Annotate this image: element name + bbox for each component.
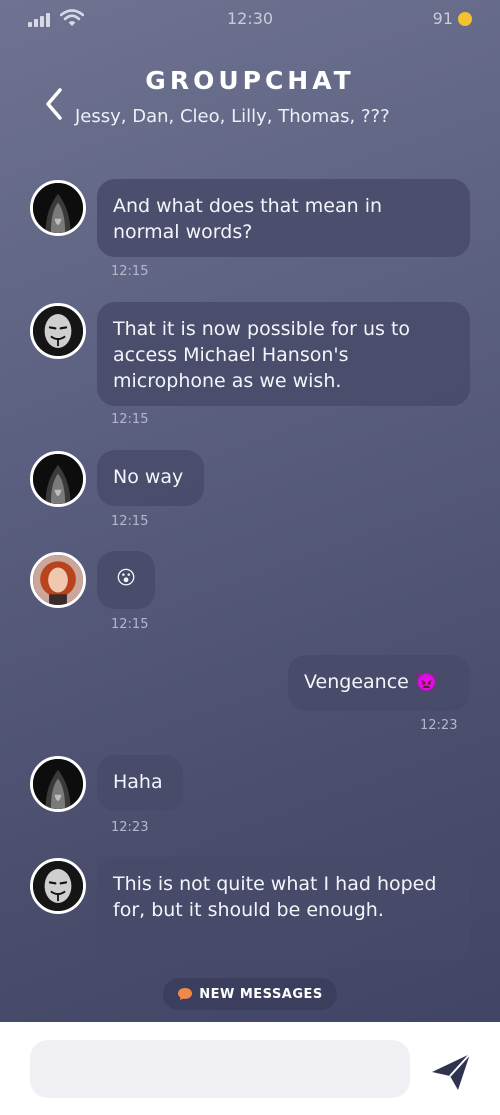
- message-bubble: 😮: [97, 551, 155, 609]
- hooded-man-avatar[interactable]: [30, 451, 86, 507]
- hooded-man-avatar[interactable]: [30, 180, 86, 236]
- message-bubble: No way: [97, 450, 204, 506]
- battery-indicator: 91: [433, 9, 472, 28]
- message-time: 12:15: [111, 514, 149, 529]
- message-text: That it is now possible for us to access…: [113, 318, 411, 392]
- new-messages-button[interactable]: NEW MESSAGES: [163, 978, 337, 1010]
- chat-screen: 12:30 91 GROUPCHAT Jessy, Dan, Cleo, Lil…: [0, 0, 500, 1115]
- battery-icon: [458, 11, 472, 26]
- composer-bar: [0, 1022, 500, 1115]
- chat-bubble-icon: [178, 988, 193, 1000]
- anonymous-mask-avatar[interactable]: [30, 303, 86, 359]
- send-button[interactable]: [430, 1052, 472, 1092]
- message-input[interactable]: [30, 1040, 410, 1098]
- message-text: Vengeance 👿: [304, 671, 439, 693]
- battery-level: 91: [432, 9, 453, 28]
- message-bubble: Haha: [97, 755, 183, 811]
- message-bubble: This is not quite what I had hoped for, …: [97, 857, 470, 961]
- message-text: This is not quite what I had hoped for, …: [113, 873, 437, 921]
- anonymous-mask-avatar[interactable]: [30, 858, 86, 914]
- message-time: 12:15: [111, 617, 149, 632]
- status-bar: 12:30 91: [0, 0, 500, 38]
- outgoing-message-bubble: Vengeance 👿: [288, 655, 470, 711]
- red-haired-woman-avatar[interactable]: [30, 552, 86, 608]
- message-time: 12:23: [420, 718, 458, 733]
- chat-members: Jessy, Dan, Cleo, Lilly, Thomas, ???: [75, 106, 390, 127]
- message-text: And what does that mean in normal words?: [113, 195, 383, 243]
- message-time: 12:15: [111, 412, 149, 427]
- message-bubble: That it is now possible for us to access…: [97, 302, 470, 406]
- hooded-man-avatar[interactable]: [30, 756, 86, 812]
- message-text: Haha: [113, 771, 163, 793]
- message-text: 😮: [116, 567, 136, 589]
- message-time: 12:15: [111, 264, 149, 279]
- chat-title: GROUPCHAT: [145, 66, 355, 95]
- message-text: No way: [113, 466, 184, 488]
- message-bubble: And what does that mean in normal words?: [97, 179, 470, 257]
- new-messages-label: NEW MESSAGES: [199, 986, 323, 1002]
- message-time: 12:23: [111, 820, 149, 835]
- status-time: 12:30: [226, 9, 274, 28]
